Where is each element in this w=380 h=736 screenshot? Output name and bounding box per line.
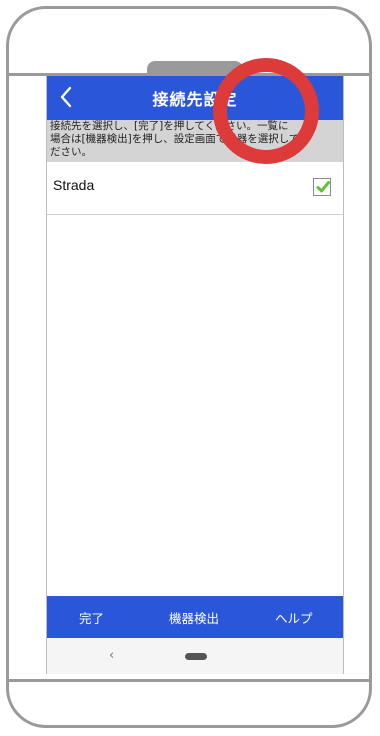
phone-bottom-divider: [9, 679, 369, 682]
instruction-line-1: 接続先を選択し、[完了]を押してください。一覧に: [50, 120, 289, 132]
app-screen: 接続先設定 接続先を選択し、[完了]を押してください。一覧に 場合は[機器検出]…: [46, 76, 344, 674]
page-title: 接続先設定: [152, 90, 238, 109]
instruction-line-2: 場合は[機器検出]を押し、設定画面で機器を選択してく: [50, 133, 310, 145]
bottom-action-bar: 完了 機器検出 ヘルプ: [47, 596, 343, 638]
detect-device-button[interactable]: 機器検出: [169, 608, 219, 627]
title-bar: 接続先設定: [47, 76, 343, 120]
device-name: Strada: [53, 177, 95, 193]
device-list-item[interactable]: Strada: [47, 162, 343, 215]
checkmark-icon: [316, 181, 330, 193]
nav-home-button[interactable]: [185, 653, 207, 660]
instruction-text: 接続先を選択し、[完了]を押してください。一覧に 場合は[機器検出]を押し、設定…: [47, 120, 343, 162]
help-button[interactable]: ヘルプ: [275, 608, 313, 627]
device-select-checkbox[interactable]: [313, 178, 331, 196]
system-nav-bar: ‹: [47, 638, 343, 674]
nav-back-button[interactable]: ‹: [109, 648, 114, 663]
done-button[interactable]: 完了: [79, 608, 104, 627]
phone-speaker: [147, 61, 243, 75]
instruction-line-3: ださい。: [50, 146, 92, 158]
